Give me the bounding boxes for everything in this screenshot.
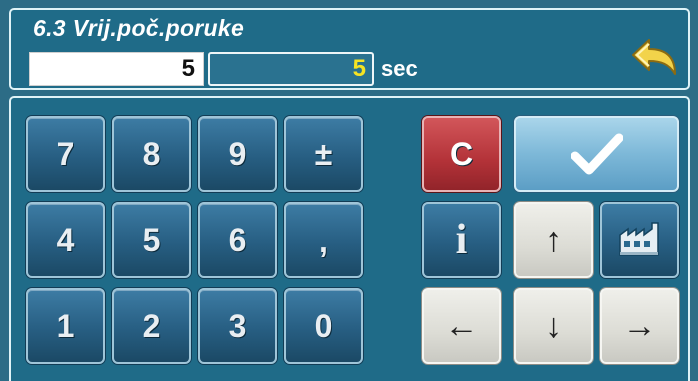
edit-value-field[interactable]: 5 [208,52,374,86]
key-3[interactable]: 3 [198,288,277,364]
key-0[interactable]: 0 [284,288,363,364]
down-arrow-icon: ↓ [545,306,562,345]
left-arrow-icon: ← [444,306,479,345]
key-4[interactable]: 4 [26,202,105,278]
key-6[interactable]: 6 [198,202,277,278]
down-arrow-button[interactable]: ↓ [514,288,593,364]
key-comma[interactable]: , [284,202,363,278]
screen: 6.3 Vrij.poč.poruke 5 5 sec 7 8 9 ± 4 5 … [0,0,698,381]
key-plus-minus[interactable]: ± [284,116,363,192]
up-arrow-button[interactable]: ↑ [514,202,593,278]
key-9[interactable]: 9 [198,116,277,192]
info-button[interactable]: i [422,202,501,278]
key-7[interactable]: 7 [26,116,105,192]
back-button[interactable] [629,36,689,82]
key-8[interactable]: 8 [112,116,191,192]
header-panel: 6.3 Vrij.poč.poruke 5 5 sec [9,8,690,90]
key-2[interactable]: 2 [112,288,191,364]
back-arrow-icon [632,39,676,75]
key-5[interactable]: 5 [112,202,191,278]
unit-label: sec [381,56,418,81]
key-1[interactable]: 1 [26,288,105,364]
up-arrow-icon: ↑ [545,220,562,259]
factory-reset-icon [618,222,659,256]
right-arrow-button[interactable]: → [600,288,679,364]
confirm-button[interactable] [514,116,679,192]
current-value-field: 5 [29,52,204,86]
factory-settings-button[interactable] [600,202,679,278]
left-arrow-button[interactable]: ← [422,288,501,364]
checkmark-icon [570,133,623,175]
page-title: 6.3 Vrij.poč.poruke [33,15,245,41]
clear-button[interactable]: C [422,116,501,192]
keypad-panel: 7 8 9 ± 4 5 6 , 1 2 3 0 C i ↑ ← ↓ → [9,96,690,381]
right-arrow-icon: → [622,306,657,345]
